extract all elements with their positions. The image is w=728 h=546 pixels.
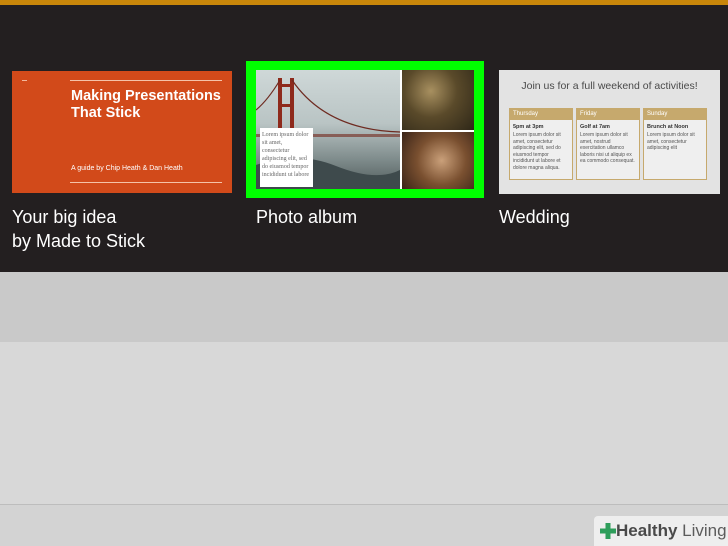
brand-name-bold: Healthy [616, 521, 678, 540]
schedule-day: Friday [577, 109, 639, 120]
template-thumbnail-photo-album[interactable]: Lorem ipsum dolor sit amet, consectetur … [256, 70, 474, 189]
leaves-photo [402, 70, 474, 130]
schedule-day: Thursday [510, 109, 572, 120]
content-area [0, 342, 728, 504]
slide-subtitle: A guide by Chip Heath & Dan Heath [71, 165, 183, 172]
slide-heading: Making Presentations That Stick [71, 88, 221, 121]
template-thumbnail-big-idea[interactable]: Making Presentations That Stick A guide … [12, 71, 232, 193]
plus-leaf-icon [600, 523, 616, 539]
template-title-wedding[interactable]: Wedding [499, 205, 570, 229]
schedule-text: Lorem ipsum dolor sit amet, consectetur … [513, 132, 561, 171]
schedule-time: 5pm at 3pm [513, 124, 544, 130]
divider-line [70, 182, 222, 183]
schedule-text: Lorem ipsum dolor sit amet, nostrud exer… [580, 132, 635, 164]
template-thumbnail-wedding[interactable]: Join us for a full weekend of activities… [499, 70, 720, 194]
table-photo [402, 132, 474, 189]
brand-name-light: Living [677, 521, 727, 540]
divider-line [70, 80, 222, 81]
schedule-time: Golf at 7am [580, 124, 610, 130]
schedule-time: Brunch at Noon [647, 124, 689, 130]
schedule-column: Sunday Brunch at Noon Lorem ipsum dolor … [643, 108, 707, 180]
schedule-day: Sunday [644, 109, 706, 120]
brand-watermark: Healthy Living [594, 516, 728, 546]
template-author: by Made to Stick [12, 231, 146, 251]
schedule-column: Thursday 5pm at 3pm Lorem ipsum dolor si… [509, 108, 573, 180]
photo-caption: Lorem ipsum dolor sit amet, consectetur … [260, 128, 313, 187]
wedding-heading: Join us for a full weekend of activities… [521, 80, 698, 92]
slide-mark [22, 80, 27, 81]
template-title-photo-album[interactable]: Photo album [256, 205, 357, 229]
toolbar-band [0, 272, 728, 342]
template-title-big-idea[interactable]: Your big idea [12, 205, 116, 229]
brand-name: Healthy Living [616, 520, 727, 542]
schedule-text: Lorem ipsum dolor sit amet, consectetur … [647, 132, 695, 151]
schedule-column: Friday Golf at 7am Lorem ipsum dolor sit… [576, 108, 640, 180]
